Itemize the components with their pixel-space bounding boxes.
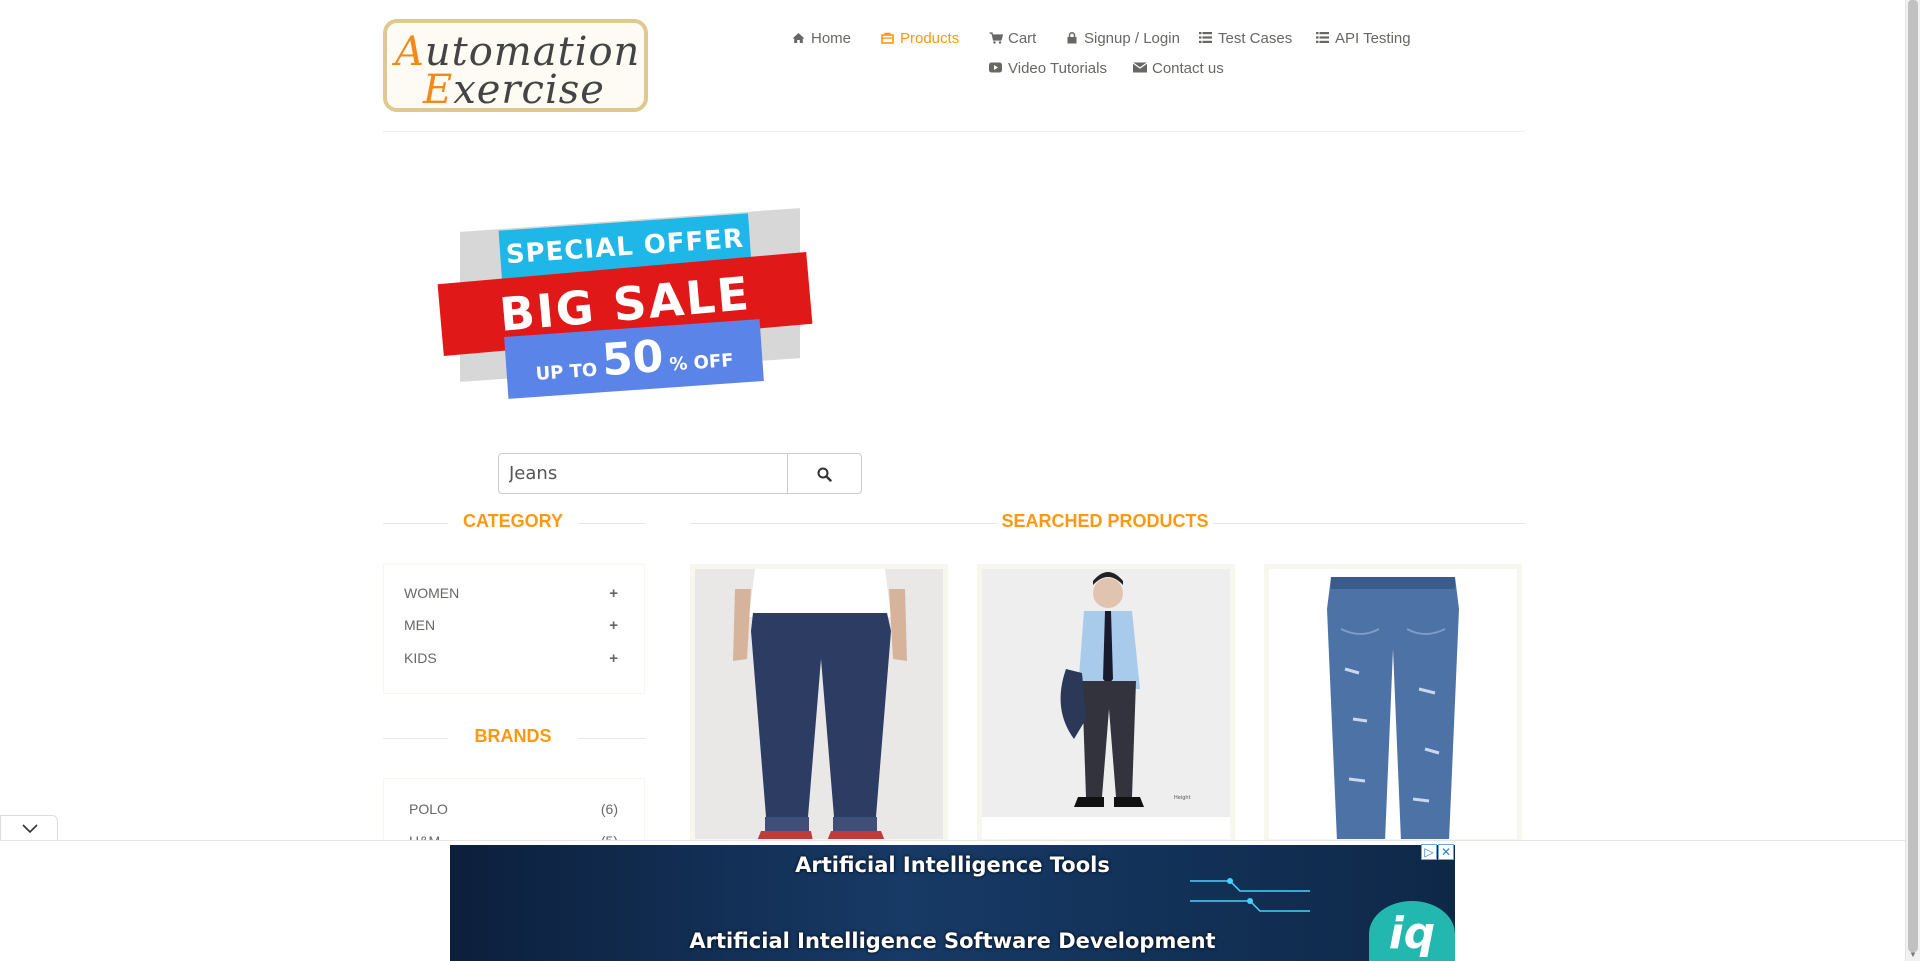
brand-polo-count: (6): [600, 801, 618, 817]
banner-discount-value: 50: [600, 331, 666, 387]
nav-products[interactable]: Products: [881, 30, 959, 47]
nav-signup-login[interactable]: Signup / Login: [1065, 30, 1180, 47]
search-input[interactable]: [498, 453, 791, 494]
product-image[interactable]: [1269, 569, 1517, 839]
category-title: CATEGORY: [462, 511, 563, 531]
sale-banner: SPECIAL OFFER BIG SALE UP TO 50 % OFF: [437, 208, 830, 399]
shopping-bag-icon: [881, 32, 894, 45]
category-kids-label: KIDS: [404, 650, 437, 666]
nav-home-label: Home: [811, 30, 852, 47]
product-card[interactable]: Height: [977, 564, 1235, 844]
category-panel: WOMEN + MEN + KIDS +: [383, 564, 645, 694]
product-card[interactable]: [1264, 564, 1522, 844]
circuit-graphic: [1190, 878, 1310, 912]
page-scrollbar[interactable]: ▼: [1905, 0, 1920, 961]
ad-subline: Artificial Intelligence Software Develop…: [689, 929, 1216, 953]
nav-signup-login-label: Signup / Login: [1084, 30, 1180, 47]
plus-icon[interactable]: +: [609, 585, 618, 602]
site-logo[interactable]: Automation Exercise: [383, 19, 648, 113]
products-title-line-right: [1213, 523, 1525, 524]
nav-products-label: Products: [900, 30, 960, 47]
nav-video-tutorials-label: Video Tutorials: [1008, 60, 1107, 77]
product-card[interactable]: [690, 564, 948, 844]
search-icon: [817, 467, 832, 482]
category-title-line-right: [578, 523, 645, 524]
brands-title: BRANDS: [474, 726, 552, 746]
ad-info-icon[interactable]: ▷: [1421, 844, 1437, 860]
banner-percent-off: % OFF: [668, 350, 735, 376]
product-image[interactable]: Height: [982, 569, 1230, 839]
ad-collapse-button[interactable]: [0, 815, 58, 841]
plus-icon[interactable]: +: [609, 650, 618, 667]
scrollbar-thumb[interactable]: [1908, 0, 1918, 952]
ad-bar: Artificial Intelligence Tools Artificial…: [0, 840, 1905, 961]
ad-headline: Artificial Intelligence Tools: [795, 853, 1110, 877]
category-men[interactable]: MEN +: [404, 615, 618, 635]
nav-test-cases[interactable]: Test Cases: [1199, 30, 1292, 47]
nav-api-testing[interactable]: API Testing: [1316, 30, 1411, 47]
category-women-label: WOMEN: [404, 585, 460, 601]
nav-cart[interactable]: Cart: [989, 30, 1036, 47]
brands-title-line-right: [578, 738, 645, 739]
cart-icon: [989, 32, 1004, 45]
nav-contact-us[interactable]: Contact us: [1132, 60, 1224, 77]
nav-api-testing-label: API Testing: [1335, 30, 1411, 47]
category-title-line-left: [383, 523, 448, 524]
brand-polo-label: POLO: [409, 801, 448, 817]
searched-products-title: SEARCHED PRODUCTS: [1001, 511, 1209, 531]
nav-video-tutorials[interactable]: Video Tutorials: [989, 60, 1107, 77]
ad-brand-logo: iq: [1369, 901, 1455, 961]
page: Automation Exercise Home Products Cart S…: [0, 0, 1905, 961]
list-icon: [1199, 32, 1212, 45]
category-women[interactable]: WOMEN +: [404, 583, 618, 603]
envelope-icon: [1132, 62, 1148, 75]
ad-close-icon[interactable]: ✕: [1438, 844, 1454, 860]
products-title-line-left: [690, 523, 997, 524]
category-kids[interactable]: KIDS +: [404, 648, 618, 668]
chevron-down-icon: [22, 824, 38, 834]
ad-banner[interactable]: Artificial Intelligence Tools Artificial…: [450, 845, 1455, 961]
banner-up-to: UP TO: [534, 359, 598, 385]
brand-polo[interactable]: POLO (6): [409, 799, 618, 819]
youtube-play-icon: [989, 62, 1002, 75]
brands-title-line-left: [383, 738, 448, 739]
nav-test-cases-label: Test Cases: [1218, 30, 1293, 47]
home-icon: [792, 32, 805, 45]
svg-text:Height: Height: [1174, 795, 1191, 801]
scroll-down-arrow-icon[interactable]: ▼: [1909, 950, 1917, 959]
product-image[interactable]: [695, 569, 943, 839]
nav-home[interactable]: Home: [792, 30, 851, 47]
lock-icon: [1065, 32, 1078, 45]
search-button[interactable]: [787, 453, 862, 494]
header-divider: [383, 131, 1525, 132]
logo-line-2-rest: xercise: [453, 67, 605, 113]
plus-icon[interactable]: +: [609, 617, 618, 634]
logo-line-2: Exercise: [423, 67, 605, 113]
nav-cart-label: Cart: [1008, 30, 1037, 47]
nav-contact-us-label: Contact us: [1152, 60, 1224, 77]
category-men-label: MEN: [404, 617, 436, 633]
list-icon: [1316, 32, 1329, 45]
